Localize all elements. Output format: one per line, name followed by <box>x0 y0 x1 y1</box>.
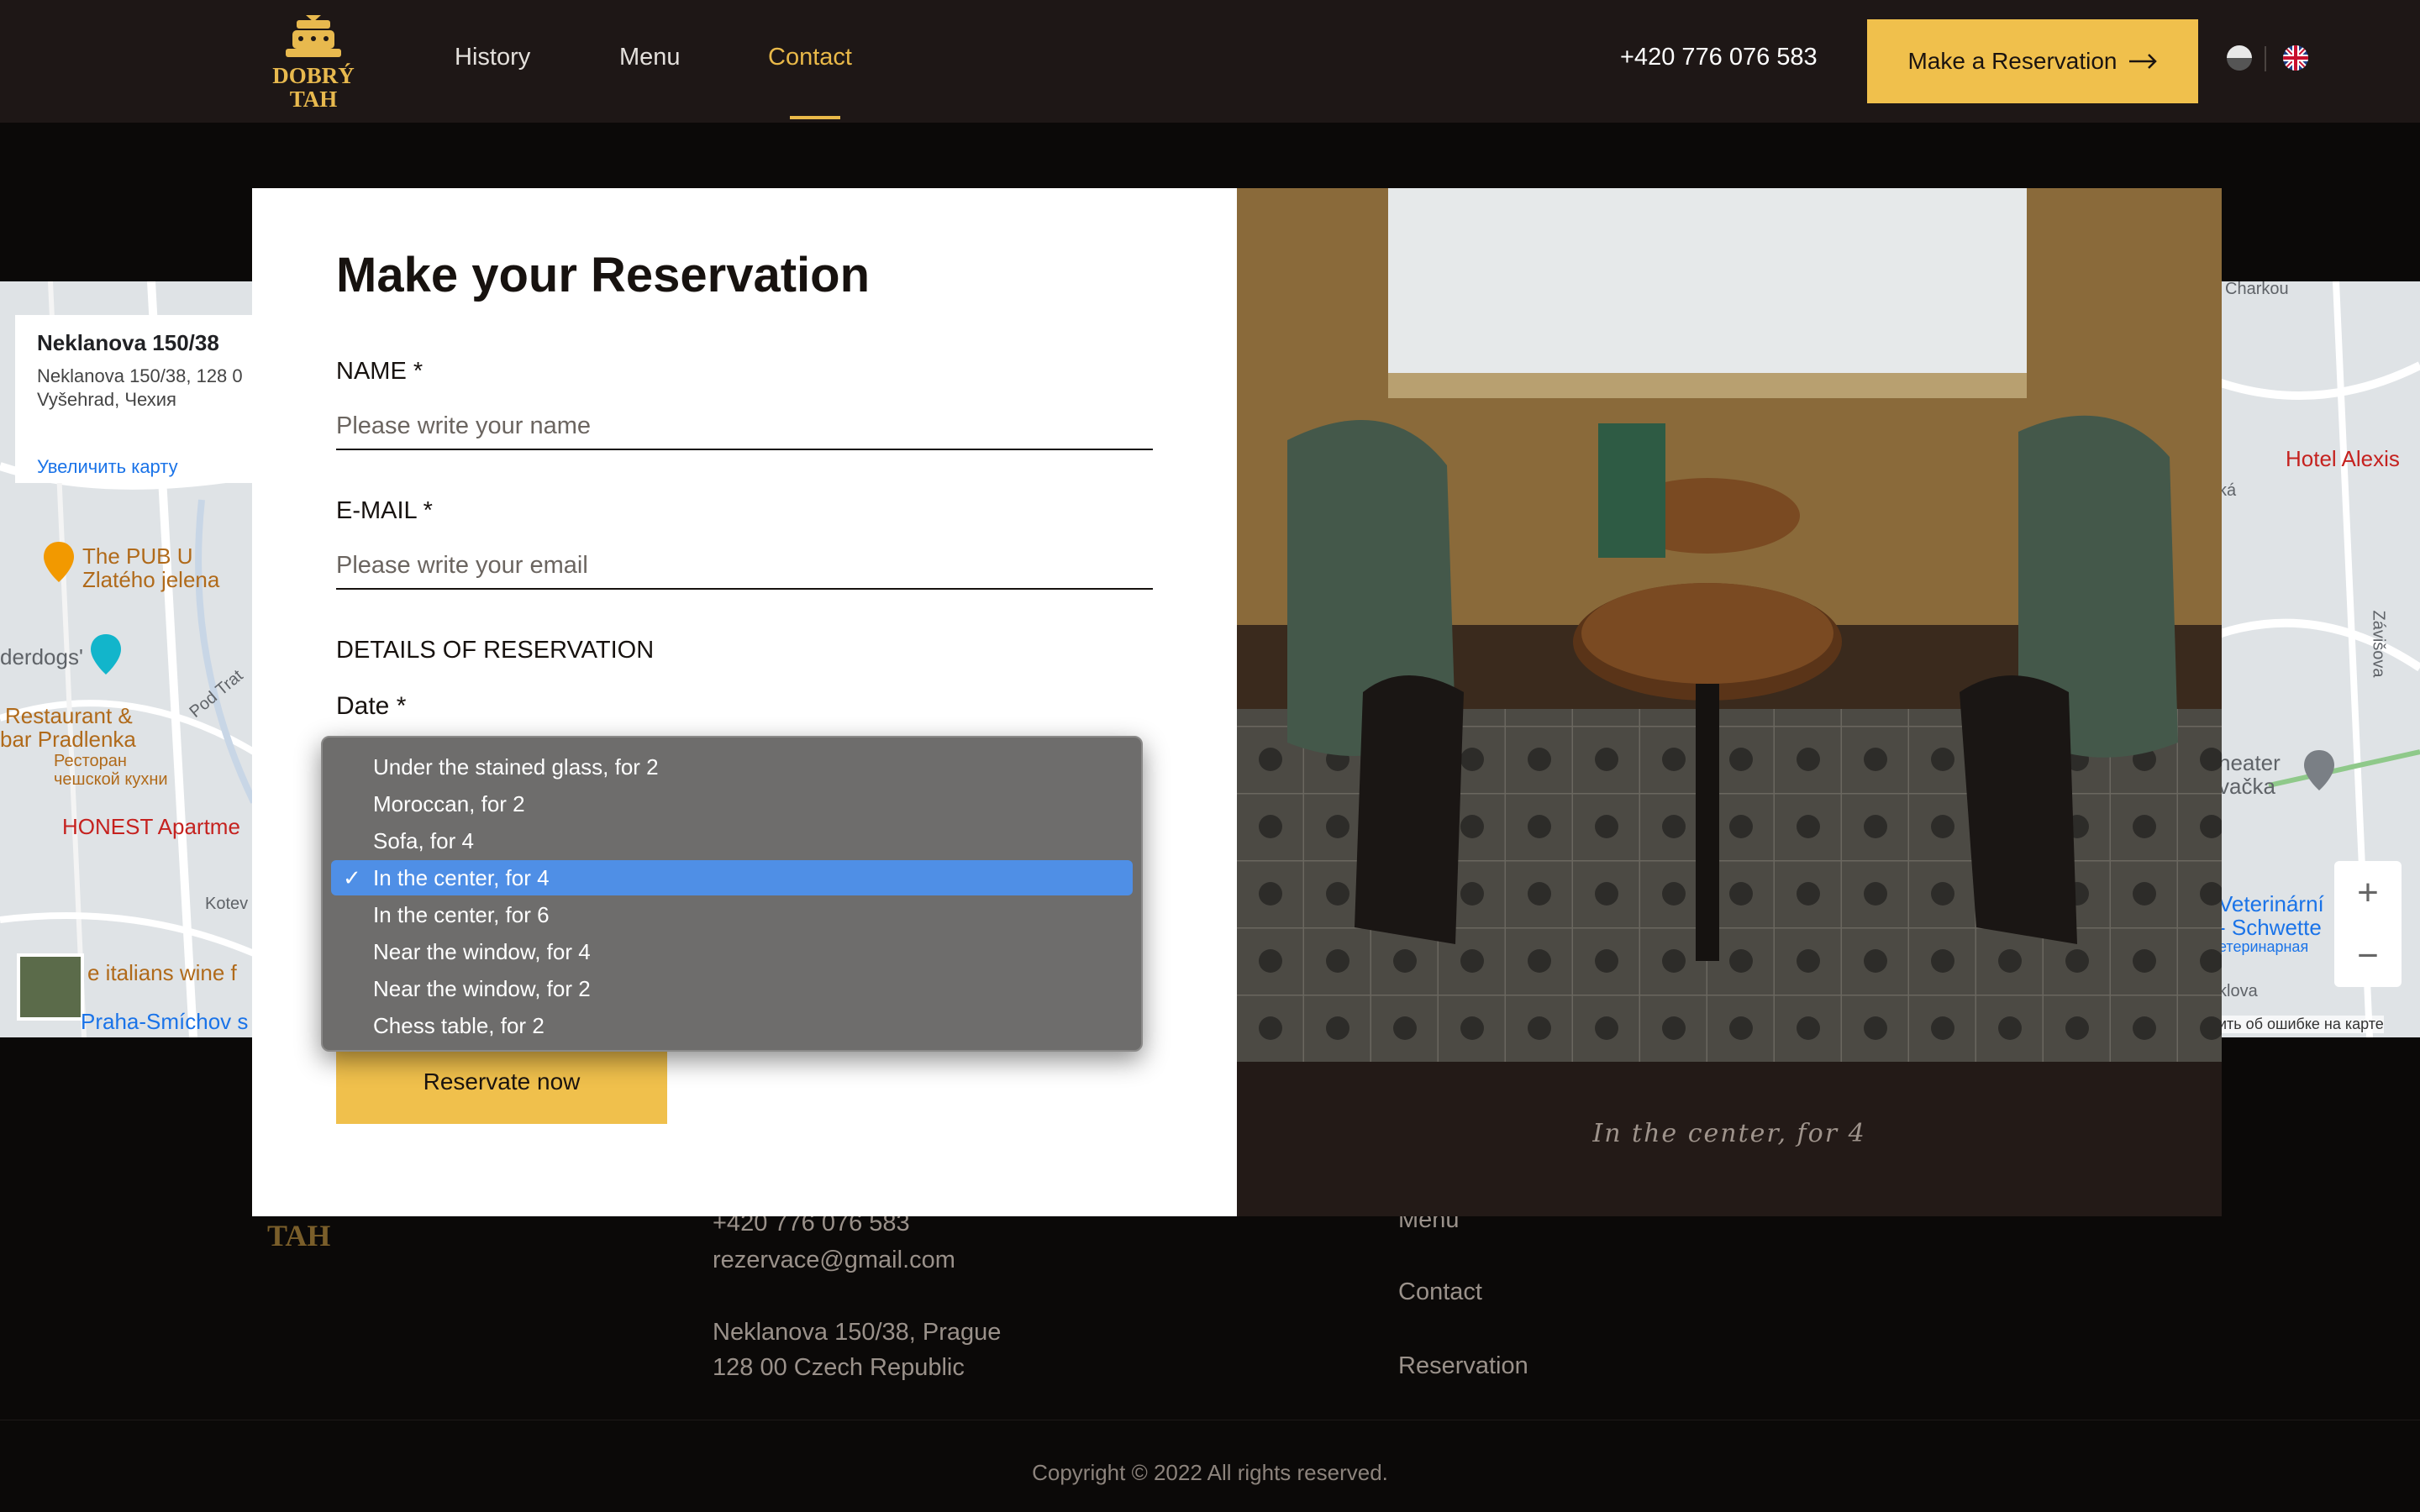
footer-logo: TAH <box>267 1219 331 1252</box>
map-poi-label: Kotev <box>205 895 249 913</box>
map-poi-label: HONEST Apartme <box>62 814 240 839</box>
nav-history[interactable]: History <box>455 44 530 71</box>
map-enlarge-link[interactable]: Увеличить карту <box>37 456 178 478</box>
footer-address-2: 128 00 Czech Republic <box>713 1354 965 1381</box>
dropdown-option[interactable]: In the center, for 6 <box>331 897 1133 932</box>
nav-active-indicator <box>790 116 840 119</box>
table-photo <box>1237 188 2222 1062</box>
map-poi-label: Závišova <box>2369 610 2388 678</box>
uk-flag-icon[interactable] <box>2283 45 2308 71</box>
logo-line-2: TAH <box>289 87 338 112</box>
map-poi-label: klova <box>2218 982 2258 1000</box>
site-header: DOBRÝ TAH History Menu Contact +420 776 … <box>0 0 2420 123</box>
modal-title: Make your Reservation <box>336 248 871 302</box>
arrow-right-icon <box>2128 54 2157 69</box>
map-poi-label: e italians wine f <box>87 960 237 985</box>
reservate-now-button[interactable]: Reservate now <box>336 1040 667 1124</box>
map-poi-label: derdogs' <box>0 644 83 669</box>
logo-line-1: DOBRÝ <box>272 63 355 88</box>
details-label: DETAILS OF RESERVATION <box>336 637 655 664</box>
map-poi-label: етеринарная <box>2218 938 2309 955</box>
dropdown-option[interactable]: Near the window, for 4 <box>331 934 1133 969</box>
map-poi-label: Ресторан <box>54 752 127 770</box>
satellite-toggle[interactable] <box>17 953 84 1021</box>
language-separator <box>2265 46 2266 71</box>
dropdown-option[interactable]: Moroccan, for 2 <box>331 786 1133 822</box>
map-poi-label: Zlatého jelena <box>82 567 220 592</box>
email-input[interactable]: Please write your email <box>336 544 1153 590</box>
dropdown-option[interactable]: Near the window, for 2 <box>331 971 1133 1006</box>
make-reservation-button[interactable]: Make a Reservation <box>1867 19 2198 103</box>
footer-address-1: Neklanova 150/38, Prague <box>713 1319 1002 1346</box>
dropdown-option-label: In the center, for 4 <box>373 864 550 890</box>
dropdown-option-selected[interactable]: ✓ In the center, for 4 <box>331 860 1133 895</box>
map-poi-label: Restaurant & <box>5 703 133 728</box>
zoom-out-button[interactable]: − <box>2334 924 2402 987</box>
map-pin-icon <box>2304 750 2334 790</box>
restaurant-pin-icon <box>44 542 74 582</box>
make-reservation-label: Make a Reservation <box>1907 48 2118 74</box>
footer-link-contact[interactable]: Contact <box>1398 1278 1482 1306</box>
map-poi-label: чешской кухни <box>54 770 168 789</box>
checkmark-icon: ✓ <box>343 865 361 890</box>
table-select-dropdown[interactable]: Under the stained glass, for 2 Moroccan,… <box>321 736 1143 1052</box>
map-poi-label: heater <box>2218 750 2281 775</box>
footer-link-reservation[interactable]: Reservation <box>1398 1352 1528 1380</box>
map-poi-label: Hotel Alexis <box>2286 446 2400 471</box>
footer-email[interactable]: rezervace@gmail.com <box>713 1247 955 1274</box>
dropdown-option[interactable]: Under the stained glass, for 2 <box>331 749 1133 785</box>
czech-flag-icon[interactable] <box>2227 45 2252 71</box>
map-place-card: Neklanova 150/38 Neklanova 150/38, 128 0… <box>15 315 254 483</box>
map-embed-left[interactable]: Neklanova 150/38 Neklanova 150/38, 128 0… <box>0 281 254 1037</box>
name-label: NAME * <box>336 358 424 385</box>
map-poi-label: - Schwette <box>2218 915 2322 940</box>
map-poi-label: Praha-Smíchov s <box>81 1009 249 1034</box>
map-poi-label: Veterinární <box>2218 891 2324 916</box>
date-label: Date * <box>336 692 407 720</box>
dropdown-option[interactable]: Chess table, for 2 <box>331 1008 1133 1043</box>
map-embed-right[interactable]: Charkou Hotel Alexis ká Závišova heater … <box>2218 281 2420 1037</box>
map-report-error-link[interactable]: ить об ошибке на карте <box>2218 1016 2384 1033</box>
map-place-title: Neklanova 150/38 <box>37 330 219 355</box>
map-pin-icon <box>91 634 121 675</box>
map-poi-label: bar Pradlenka <box>0 727 136 752</box>
zoom-in-button[interactable]: + <box>2334 861 2402 924</box>
logo[interactable]: DOBRÝ TAH <box>267 15 360 116</box>
map-poi-label: vačka <box>2218 774 2275 799</box>
nav-contact[interactable]: Contact <box>768 44 852 71</box>
map-poi-label: Charkou <box>2225 281 2289 298</box>
photo-caption: In the center, for 4 <box>1592 1119 1866 1148</box>
header-phone[interactable]: +420 776 076 583 <box>1620 44 1818 71</box>
photo-caption-band: In the center, for 4 <box>1237 1062 2222 1216</box>
email-label: E-MAIL * <box>336 497 433 524</box>
map-place-address-1: Neklanova 150/38, 128 0 <box>37 365 243 386</box>
map-poi-label: The PUB U <box>82 543 193 569</box>
nav-menu[interactable]: Menu <box>619 44 681 71</box>
typewriter-logo-icon <box>286 15 341 57</box>
name-input[interactable]: Please write your name <box>336 405 1153 450</box>
copyright: Copyright © 2022 All rights reserved. <box>1032 1460 1388 1485</box>
map-place-address-2: Vyšehrad, Чехия <box>37 389 176 410</box>
cafe-interior-image <box>1237 188 2222 1062</box>
logo-text: DOBRÝ TAH <box>267 64 360 111</box>
map-zoom-controls: + − <box>2334 861 2402 987</box>
reservation-modal-form: Make your Reservation NAME * Please writ… <box>252 188 1237 1216</box>
dropdown-option[interactable]: Sofa, for 4 <box>331 823 1133 858</box>
